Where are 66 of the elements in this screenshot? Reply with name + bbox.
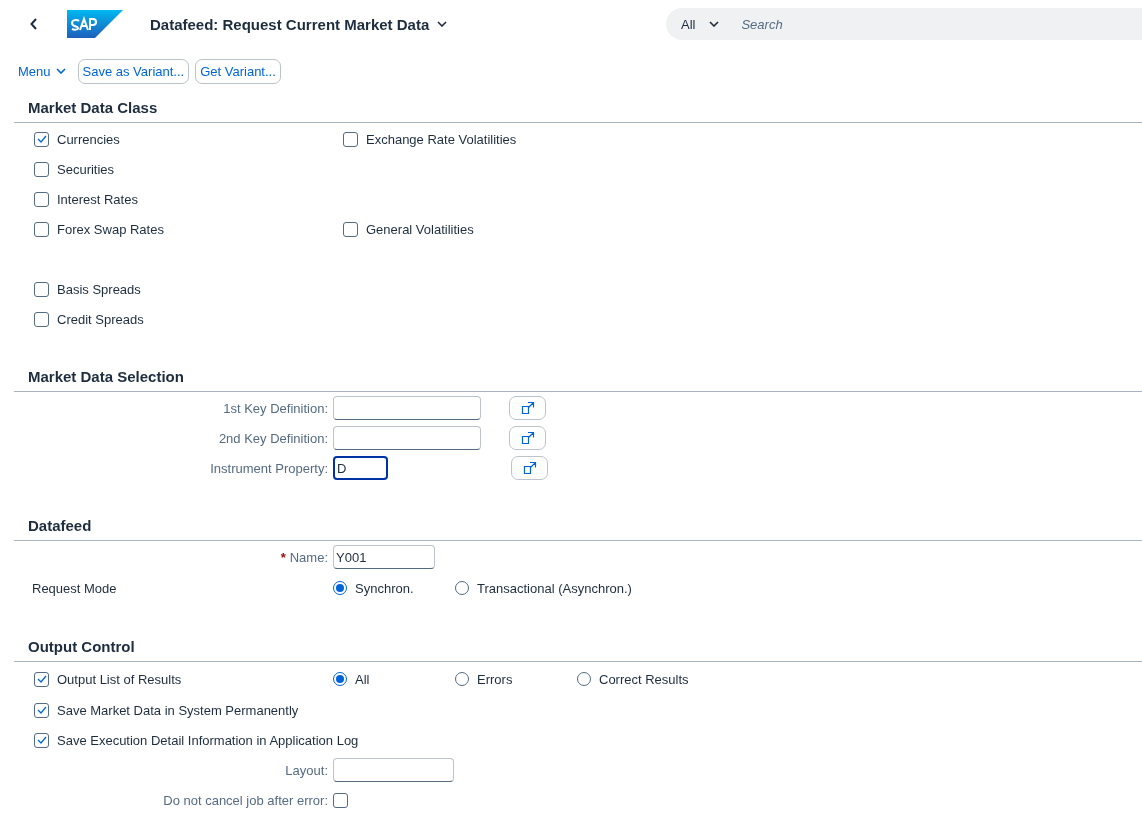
radio-label: All bbox=[355, 671, 370, 687]
input-field[interactable] bbox=[333, 426, 481, 450]
open-dialog-icon bbox=[520, 401, 535, 415]
chevron-down-icon[interactable] bbox=[709, 21, 720, 27]
scope-select[interactable]: All bbox=[681, 16, 720, 32]
menu-button[interactable]: Menu bbox=[18, 63, 66, 79]
required-mark: * bbox=[280, 549, 286, 565]
open-dialog-icon bbox=[520, 431, 535, 445]
checkbox[interactable] bbox=[34, 671, 49, 687]
input-field[interactable] bbox=[333, 396, 481, 420]
checkbox[interactable] bbox=[343, 221, 358, 237]
value-help-button[interactable] bbox=[509, 426, 546, 450]
checkbox[interactable] bbox=[34, 311, 49, 327]
field-label: Do not cancel job after error: bbox=[163, 792, 328, 808]
radio-button[interactable] bbox=[333, 581, 347, 595]
field-label: 1st Key Definition: bbox=[223, 400, 328, 416]
checkbox-label: Basis Spreads bbox=[57, 281, 141, 297]
checkbox[interactable] bbox=[34, 732, 49, 748]
checkbox-label: Save Market Data in System Permanently bbox=[57, 702, 299, 718]
field-label: Instrument Property: bbox=[210, 460, 328, 476]
section-title: Datafeed bbox=[14, 517, 1142, 541]
toolbar-button[interactable]: Save as Variant... bbox=[77, 58, 190, 84]
search-field[interactable]: All Search bbox=[666, 8, 1142, 40]
radio-label: Correct Results bbox=[599, 671, 689, 687]
checkbox[interactable] bbox=[34, 702, 49, 718]
checkbox[interactable] bbox=[333, 792, 348, 808]
back-icon[interactable] bbox=[30, 18, 38, 30]
checkbox[interactable] bbox=[34, 131, 49, 147]
input-field[interactable]: D bbox=[333, 456, 388, 480]
checkbox-label: Forex Swap Rates bbox=[57, 221, 164, 237]
checkbox-label: Exchange Rate Volatilities bbox=[366, 131, 517, 147]
checkbox[interactable] bbox=[34, 221, 49, 237]
checkbox-label: General Volatilities bbox=[366, 221, 474, 237]
input-field[interactable]: Y001 bbox=[333, 545, 435, 569]
section-title: Market Data Selection bbox=[14, 368, 1142, 392]
checkbox-label: Currencies bbox=[57, 131, 120, 147]
app-title[interactable]: Datafeed: Request Current Market Data bbox=[150, 15, 448, 33]
checkbox-label: Credit Spreads bbox=[57, 311, 144, 327]
input-field[interactable] bbox=[333, 758, 454, 782]
field-label: 2nd Key Definition: bbox=[218, 430, 328, 446]
section-title: Output Control bbox=[14, 638, 1142, 662]
radio-button[interactable] bbox=[577, 672, 591, 686]
radio-label: Synchron. bbox=[355, 580, 414, 596]
checkbox[interactable] bbox=[34, 161, 49, 177]
toolbar-button[interactable]: Get Variant... bbox=[195, 58, 281, 84]
value-help-button[interactable] bbox=[511, 456, 548, 480]
checkbox-label: Output List of Results bbox=[57, 671, 182, 687]
checkbox-label: Interest Rates bbox=[57, 191, 138, 207]
radio-label: Transactional (Asynchron.) bbox=[477, 580, 632, 596]
checkbox-label: Save Execution Detail Information in Application Log bbox=[57, 732, 359, 748]
checkbox[interactable] bbox=[34, 281, 49, 297]
section-title: Market Data Class bbox=[14, 99, 1142, 123]
checkbox-label: Securities bbox=[57, 161, 115, 177]
logo-icon[interactable] bbox=[67, 10, 123, 38]
radio-label: Errors bbox=[477, 671, 513, 687]
open-dialog-icon bbox=[522, 461, 537, 475]
field-label: Request Mode bbox=[32, 580, 118, 596]
radio-button[interactable] bbox=[455, 672, 469, 686]
field-label: Name: bbox=[289, 549, 328, 565]
checkbox[interactable] bbox=[343, 131, 358, 147]
radio-button[interactable] bbox=[455, 581, 469, 595]
field-label: Layout: bbox=[285, 762, 328, 778]
checkbox[interactable] bbox=[34, 191, 49, 207]
radio-button[interactable] bbox=[333, 672, 347, 686]
value-help-button[interactable] bbox=[509, 396, 546, 420]
chevron-down-icon[interactable] bbox=[437, 21, 448, 27]
